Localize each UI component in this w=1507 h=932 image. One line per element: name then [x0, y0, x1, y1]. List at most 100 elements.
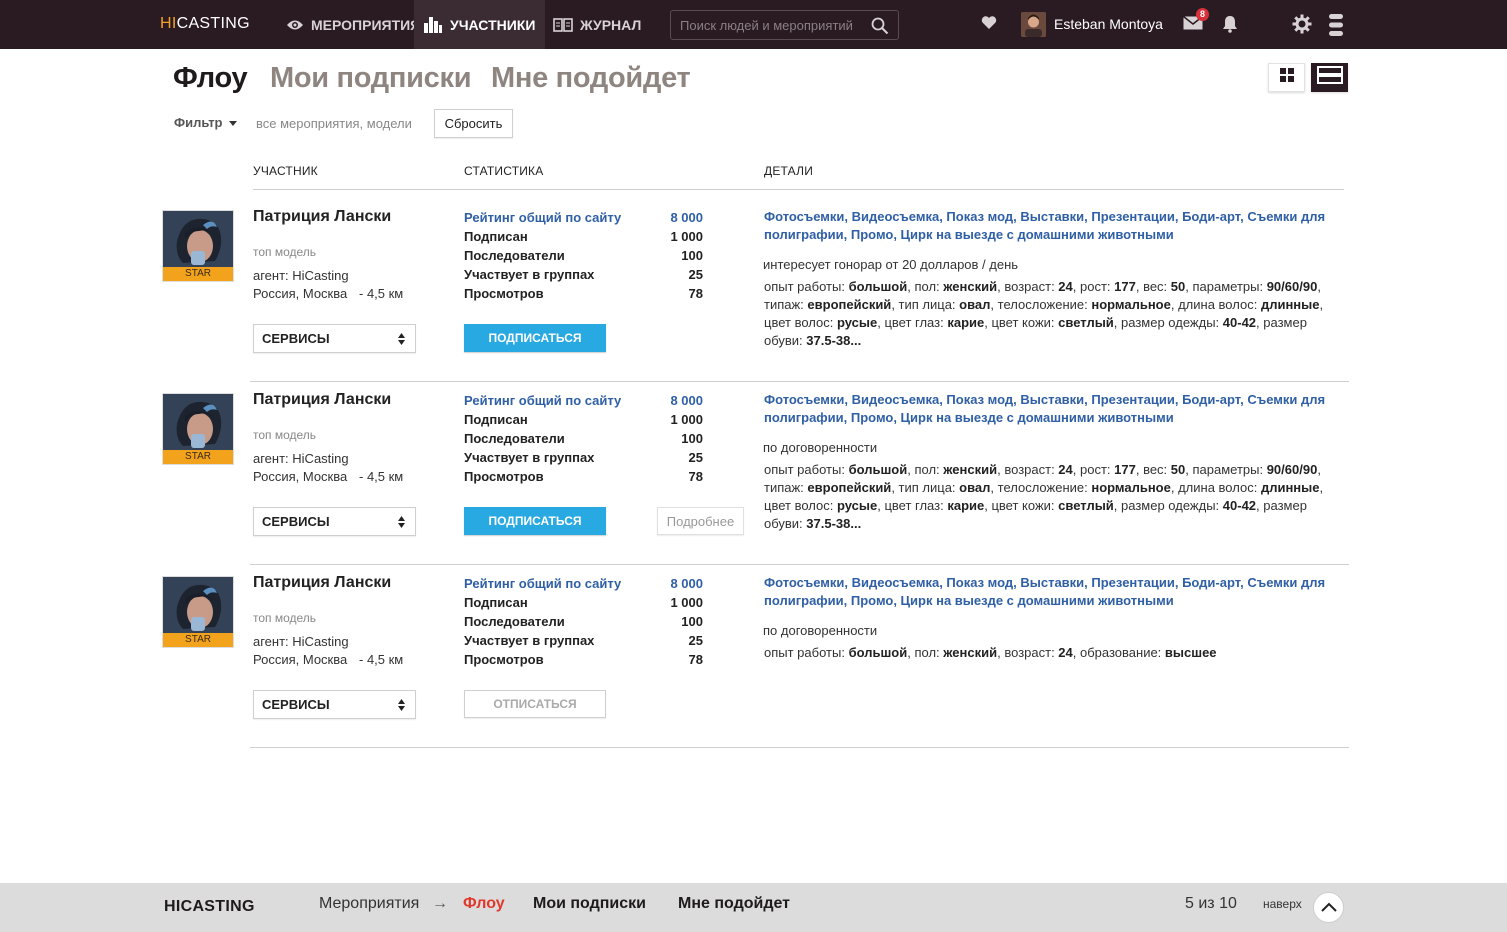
services-select[interactable]: СЕРВИСЫ: [253, 507, 416, 536]
footer-logo[interactable]: HICASTING: [164, 898, 255, 916]
column-header-participant: УЧАСТНИК: [253, 164, 318, 178]
participant-location: Россия, Москва: [253, 652, 348, 667]
bell-icon[interactable]: [1222, 15, 1238, 38]
menu-icon[interactable]: [1328, 13, 1344, 42]
stat-label: Последователи: [464, 431, 565, 446]
stat-value: 78: [688, 286, 703, 301]
participant-row: STAR Патриция Лански топ модель агент: HiC…: [0, 208, 1507, 393]
participant-name[interactable]: Патриция Лански: [253, 574, 403, 592]
row-divider: [250, 747, 1349, 748]
param-value: 177: [1114, 279, 1136, 294]
stat-label: Участвует в группах: [464, 633, 595, 648]
stat-value: 25: [688, 450, 703, 465]
stat-value: 1 000: [670, 595, 703, 610]
participant-photo[interactable]: STAR: [162, 393, 234, 465]
footer-tab-suits-me[interactable]: Мне подойдет: [678, 895, 790, 913]
participant-name[interactable]: Патриция Лански: [253, 391, 403, 409]
stat-label: Участвует в группах: [464, 450, 595, 465]
bar-chart-icon: [423, 16, 443, 33]
messages-count-badge: 8: [1196, 8, 1209, 21]
stat-label[interactable]: Рейтинг общий по сайту: [464, 393, 621, 408]
param-key: , пол:: [907, 645, 944, 660]
footer-tab-my-subscriptions[interactable]: Мои подписки: [533, 895, 646, 913]
services-select[interactable]: СЕРВИСЫ: [253, 324, 416, 353]
param-value: овал: [959, 480, 991, 495]
avatar[interactable]: [1021, 12, 1046, 37]
param-value: 50: [1170, 462, 1186, 477]
services-select[interactable]: СЕРВИСЫ: [253, 690, 416, 719]
stat-value: 1 000: [670, 229, 703, 244]
param-key: , тип лица:: [891, 297, 960, 312]
participant-location: Россия, Москва: [253, 469, 348, 484]
param-value: 24: [1058, 279, 1073, 294]
participant-distance: - 4,5 км: [359, 469, 404, 484]
param-value: 37.5-38...: [806, 333, 862, 348]
services-list-link[interactable]: Фотосъемки, Видеосъемка, Показ мод, Выст…: [764, 391, 1344, 427]
param-value: женский: [943, 462, 998, 477]
param-value: европейский: [807, 297, 892, 312]
scroll-to-top-button[interactable]: [1313, 892, 1344, 923]
search-input[interactable]: [680, 16, 860, 34]
participant-agent: агент: HiCasting: [253, 634, 349, 649]
param-key: , рост:: [1072, 462, 1115, 477]
param-key: , пол:: [907, 462, 944, 477]
breadcrumb-events[interactable]: Мероприятия: [319, 895, 419, 913]
param-value: женский: [943, 645, 998, 660]
grid-view-button[interactable]: [1268, 63, 1305, 92]
services-list-link[interactable]: Фотосъемки, Видеосъемка, Показ мод, Выст…: [764, 574, 1344, 610]
stat-label[interactable]: Рейтинг общий по сайту: [464, 576, 621, 591]
participant-distance: - 4,5 км: [359, 652, 404, 667]
fee-text: по договоренности: [763, 440, 878, 455]
param-value: 40-42: [1222, 315, 1257, 330]
participant-name[interactable]: Патриция Лански: [253, 208, 403, 226]
nav-events[interactable]: МЕРОПРИЯТИЯ: [278, 0, 420, 49]
top-navigation-bar: HICASTING МЕРОПРИЯТИЯ УЧАСТНИКИ ЖУРНАЛ E…: [0, 0, 1507, 49]
logo[interactable]: HICASTING: [160, 15, 250, 33]
nav-journal[interactable]: ЖУРНАЛ: [545, 0, 655, 49]
eye-icon: [286, 19, 304, 31]
param-key: , цвет кожи:: [984, 498, 1059, 513]
tab-suits-me[interactable]: Мне подойдет: [491, 62, 691, 95]
param-key: , цвет кожи:: [984, 315, 1059, 330]
tab-my-subscriptions[interactable]: Мои подписки: [270, 62, 472, 95]
param-key: , длина волос:: [1170, 297, 1261, 312]
footer-tab-flow[interactable]: Флоу: [463, 895, 505, 913]
unsubscribe-button[interactable]: ОТПИСАТЬСЯ: [464, 690, 606, 718]
subscribe-button[interactable]: ПОДПИСАТЬСЯ: [464, 324, 606, 352]
stat-value: 78: [688, 469, 703, 484]
param-value: русые: [836, 315, 878, 330]
row-divider: [250, 381, 1349, 382]
more-details-button[interactable]: Подробнее: [657, 507, 744, 535]
stat-label: Участвует в группах: [464, 267, 595, 282]
participant-photo[interactable]: STAR: [162, 210, 234, 282]
stat-value: 78: [688, 652, 703, 667]
services-list-link[interactable]: Фотосъемки, Видеосъемка, Показ мод, Выст…: [764, 208, 1344, 244]
participant-row: STAR Патриция Лански топ модель агент: HiC…: [0, 574, 1507, 759]
stat-value: 100: [681, 614, 703, 629]
heart-icon[interactable]: [981, 15, 997, 35]
param-value: светлый: [1058, 315, 1114, 330]
param-value: длинные: [1260, 297, 1320, 312]
gear-icon[interactable]: [1292, 14, 1312, 39]
tab-flow[interactable]: Флоу: [173, 62, 248, 95]
stat-value: 8 000: [670, 576, 703, 591]
participant-photo[interactable]: STAR: [162, 576, 234, 648]
stat-value: 100: [681, 248, 703, 263]
participant-role: топ модель: [253, 428, 317, 442]
search-icon[interactable]: [871, 17, 889, 40]
caret-down-icon: [228, 121, 237, 127]
stat-label[interactable]: Рейтинг общий по сайту: [464, 210, 621, 225]
filter-dropdown[interactable]: Фильтр: [174, 115, 237, 130]
chevron-up-icon: [1320, 899, 1337, 917]
participant-agent: агент: HiCasting: [253, 451, 349, 466]
list-view-button[interactable]: [1311, 63, 1348, 92]
column-header-statistics: СТАТИСТИКА: [464, 164, 544, 178]
param-key: , телосложение:: [990, 480, 1092, 495]
username[interactable]: Esteban Montoya: [1054, 16, 1163, 32]
param-key: , параметры:: [1185, 462, 1267, 477]
to-top-label[interactable]: наверх: [1263, 897, 1302, 911]
fee-text: по договоренности: [763, 623, 878, 638]
subscribe-button[interactable]: ПОДПИСАТЬСЯ: [464, 507, 606, 535]
reset-button[interactable]: Сбросить: [434, 109, 513, 138]
nav-participants[interactable]: УЧАСТНИКИ: [414, 0, 545, 49]
